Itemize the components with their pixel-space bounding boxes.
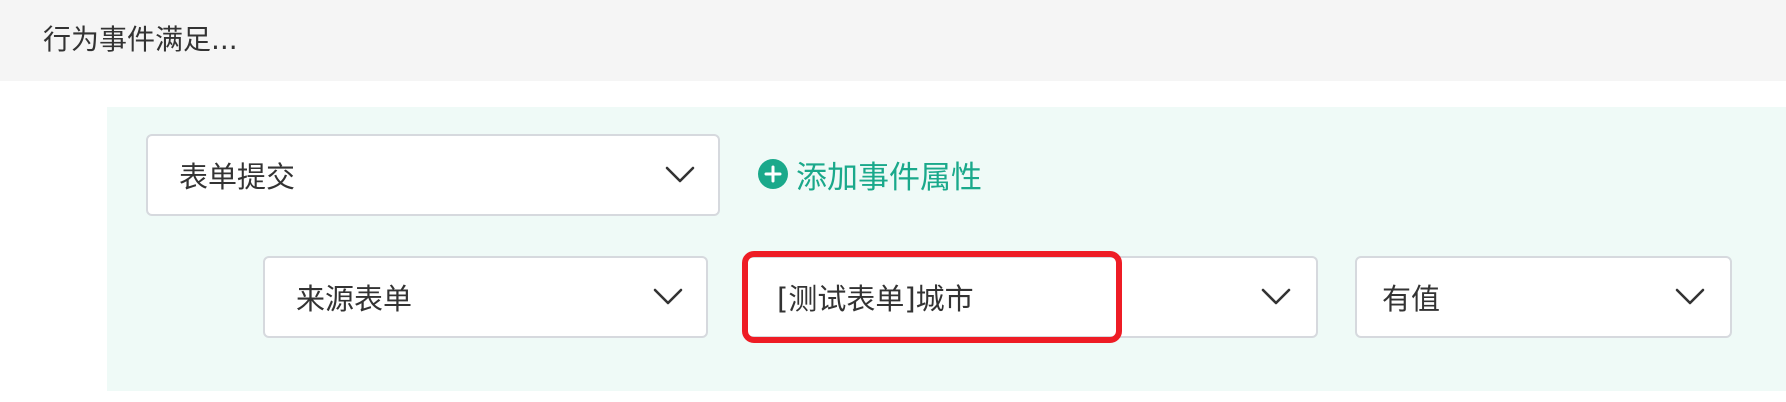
add-event-property-label: 添加事件属性 (796, 159, 982, 196)
plus-circle-icon (758, 159, 788, 189)
source-select-value: 来源表单 (296, 282, 413, 316)
chevron-down-icon (665, 166, 695, 183)
field-select-value: [测试表单]城市 (777, 282, 974, 316)
filter-title: 行为事件满足... (43, 23, 238, 56)
chevron-down-icon (1261, 288, 1291, 305)
event-select[interactable]: 表单提交 (146, 134, 720, 216)
operator-select[interactable]: 有值 (1355, 256, 1732, 338)
field-select[interactable]: [测试表单]城市 (745, 256, 1318, 338)
filter-header: 行为事件满足... (0, 0, 1786, 81)
chevron-down-icon (1675, 288, 1705, 305)
chevron-down-icon (653, 288, 683, 305)
operator-select-value: 有值 (1382, 282, 1441, 316)
event-select-value: 表单提交 (179, 160, 296, 194)
add-event-property-button[interactable]: 添加事件属性 (758, 152, 982, 196)
source-select[interactable]: 来源表单 (263, 256, 708, 338)
